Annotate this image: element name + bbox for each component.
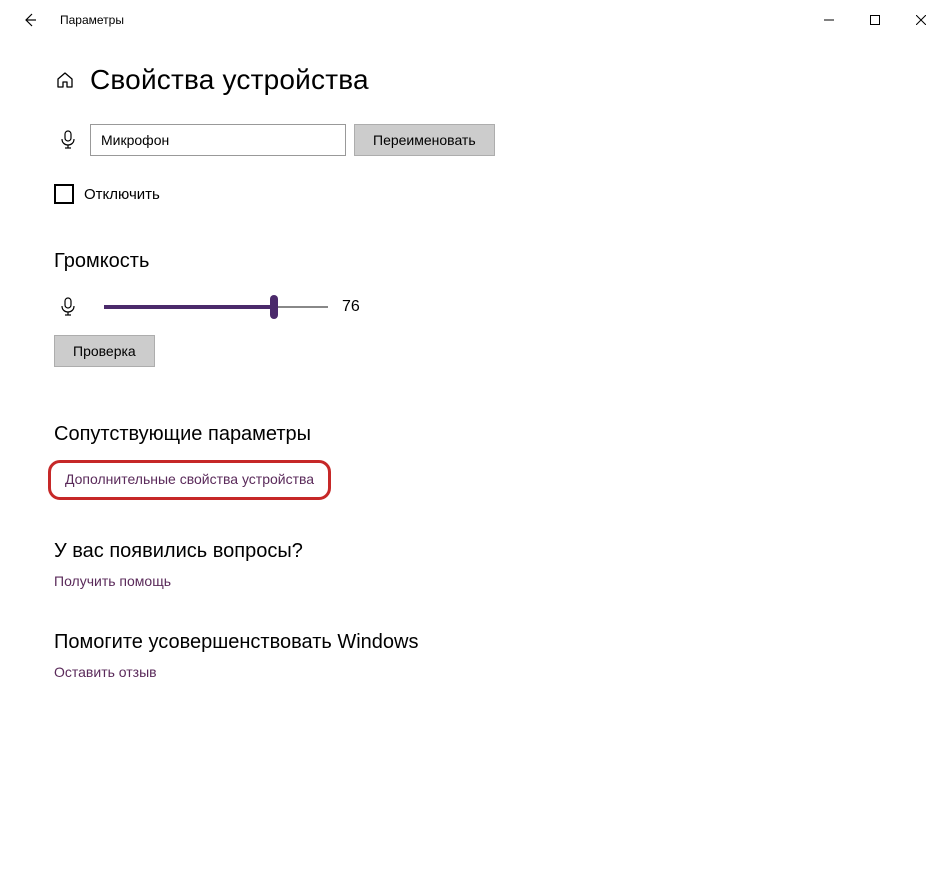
rename-button[interactable]: Переименовать <box>354 124 495 156</box>
volume-section-heading: Громкость <box>54 250 904 273</box>
highlight-annotation: Дополнительные свойства устройства <box>48 460 331 500</box>
disable-checkbox[interactable] <box>54 184 74 204</box>
app-title: Параметры <box>60 13 124 27</box>
titlebar: Параметры <box>0 0 944 40</box>
arrow-left-icon <box>22 12 38 28</box>
feedback-section: Помогите усовершенствовать Windows Остав… <box>54 631 904 682</box>
get-help-link[interactable]: Получить помощь <box>54 573 171 589</box>
back-button[interactable] <box>16 6 44 34</box>
advanced-device-properties-link[interactable]: Дополнительные свойства устройства <box>65 471 314 487</box>
home-icon[interactable] <box>54 69 76 91</box>
page-heading-row: Свойства устройства <box>54 64 904 96</box>
volume-value: 76 <box>342 298 372 316</box>
minimize-button[interactable] <box>806 4 852 36</box>
volume-slider[interactable] <box>104 295 328 319</box>
close-button[interactable] <box>898 4 944 36</box>
feedback-link[interactable]: Оставить отзыв <box>54 664 157 680</box>
test-button[interactable]: Проверка <box>54 335 155 367</box>
volume-row: 76 <box>54 293 904 321</box>
questions-heading: У вас появились вопросы? <box>54 540 904 563</box>
maximize-button[interactable] <box>852 4 898 36</box>
content-area: Свойства устройства Переименовать Отключ… <box>0 40 944 872</box>
device-name-row: Переименовать <box>54 124 904 156</box>
help-section: У вас появились вопросы? Получить помощь <box>54 540 904 591</box>
microphone-icon <box>54 293 82 321</box>
microphone-icon <box>54 126 82 154</box>
page-title: Свойства устройства <box>90 64 369 96</box>
settings-window: Параметры Свойства устр <box>0 0 944 872</box>
device-name-input[interactable] <box>90 124 346 156</box>
feedback-heading: Помогите усовершенствовать Windows <box>54 631 904 654</box>
related-settings-heading: Сопутствующие параметры <box>54 423 904 446</box>
minimize-icon <box>824 15 834 25</box>
disable-device-row: Отключить <box>54 184 904 204</box>
close-icon <box>916 15 926 25</box>
window-caption-buttons <box>806 4 944 36</box>
maximize-icon <box>870 15 880 25</box>
slider-thumb[interactable] <box>270 295 278 319</box>
slider-track-fill <box>104 305 274 309</box>
disable-label: Отключить <box>84 186 160 203</box>
